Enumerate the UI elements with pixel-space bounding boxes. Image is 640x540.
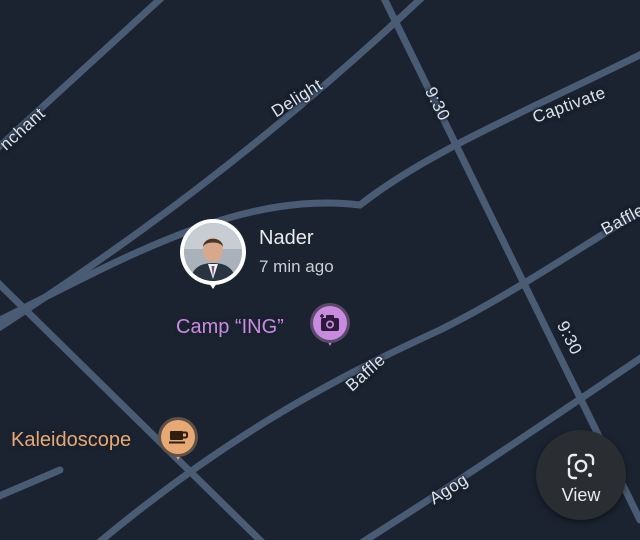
view-button-label: View <box>561 485 601 505</box>
poi-bubble <box>161 420 195 454</box>
map-canvas[interactable]: nchant Delight Captivate 9:30 9:30 Baffl… <box>0 0 640 540</box>
camera-icon <box>320 314 339 331</box>
road-diagonal <box>0 279 265 540</box>
view-button[interactable]: View <box>536 430 626 520</box>
poi-bubble <box>313 306 347 340</box>
person-location-pin[interactable] <box>180 219 246 293</box>
person-last-seen: 7 min ago <box>259 257 334 276</box>
coffee-cup-icon <box>169 431 189 444</box>
avatar <box>184 223 242 281</box>
pin-circle <box>180 219 246 285</box>
lens-scan-icon <box>567 453 595 480</box>
person-name[interactable]: Nader <box>259 227 313 250</box>
poi-label-kaleidoscope[interactable]: Kaleidoscope <box>11 429 131 452</box>
road-left-lower <box>0 466 64 500</box>
poi-label-camp-ing[interactable]: Camp “ING” <box>176 316 284 339</box>
poi-pin-camp-ing[interactable] <box>313 306 347 346</box>
poi-pin-kaleidoscope[interactable] <box>161 420 195 460</box>
